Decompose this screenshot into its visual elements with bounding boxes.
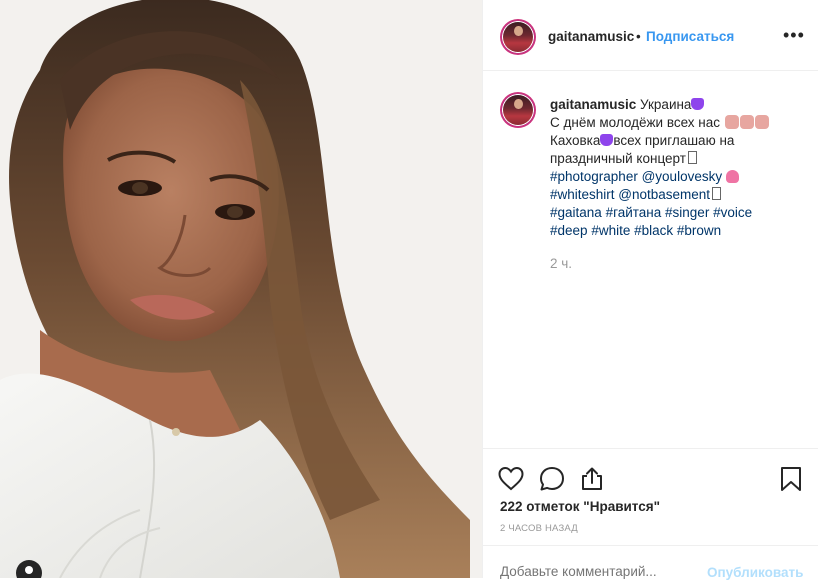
hashtag-link[interactable]: #white — [591, 223, 630, 238]
hashtag-link[interactable]: #voice — [713, 205, 752, 220]
caption-line2: С днём молодёжи всех нас — [550, 115, 721, 130]
hashtag-link[interactable]: #gaitana — [550, 205, 602, 220]
portrait-image — [0, 0, 482, 578]
caption-timestamp[interactable]: 2 ч. — [550, 256, 572, 271]
post-photo[interactable] — [0, 0, 482, 578]
hashtag-link[interactable]: #singer — [665, 205, 709, 220]
caption-line3b: всех приглашаю на — [613, 133, 735, 148]
bookmark-icon[interactable] — [777, 465, 805, 493]
caption-avatar[interactable] — [500, 92, 536, 128]
caption-text: gaitanamusic Украина С днём молодёжи все… — [550, 96, 800, 240]
hashtag-link[interactable]: #brown — [677, 223, 721, 238]
heart-icon[interactable] — [497, 465, 525, 493]
avatar[interactable] — [500, 19, 536, 55]
caption-line3a: Каховка — [550, 133, 601, 148]
purple-heart-emoji-icon — [600, 134, 614, 146]
post-header: gaitanamusic • Подписаться ••• — [483, 0, 818, 71]
caption-line4: праздничный концерт — [550, 151, 686, 166]
follow-button[interactable]: Подписаться — [646, 29, 734, 44]
hashtag-link[interactable]: #whiteshirt — [550, 187, 615, 202]
comment-bar: Опубликовать — [483, 545, 818, 580]
mention-link[interactable]: @youlovesky — [642, 169, 723, 184]
hashtag-link[interactable]: #black — [634, 223, 673, 238]
hashtag-link[interactable]: #photographer — [550, 169, 638, 184]
emoji-icon — [754, 115, 769, 129]
caption-area: gaitanamusic Украина С днём молодёжи все… — [483, 72, 818, 448]
share-icon[interactable] — [578, 465, 606, 493]
unsupported-glyph-icon — [712, 187, 722, 200]
tulip-emoji-icon — [725, 170, 739, 183]
likes-count[interactable]: 222 отметок "Нравится" — [500, 499, 660, 514]
unsupported-glyph-icon — [687, 151, 697, 164]
emoji-icon — [724, 115, 739, 129]
hashtag-link[interactable]: #гайтана — [606, 205, 662, 220]
comment-bubble-icon[interactable] — [538, 465, 566, 493]
post-actions: 222 отметок "Нравится" 2 ЧАСОВ НАЗАД — [483, 448, 818, 544]
username-link[interactable]: gaitanamusic — [548, 29, 634, 44]
hashtag-link[interactable]: #deep — [550, 223, 588, 238]
comment-input[interactable] — [500, 564, 680, 579]
post-timestamp[interactable]: 2 ЧАСОВ НАЗАД — [500, 523, 578, 534]
caption-line1: Украина — [640, 97, 692, 112]
mention-link[interactable]: @notbasement — [618, 187, 710, 202]
separator-dot: • — [636, 29, 641, 44]
caption-username[interactable]: gaitanamusic — [550, 97, 636, 112]
emoji-icon — [739, 115, 754, 129]
more-options-icon[interactable]: ••• — [783, 26, 805, 44]
post-side-panel: gaitanamusic • Подписаться ••• gaitanamu… — [482, 0, 818, 580]
purple-heart-emoji-icon — [691, 98, 705, 110]
